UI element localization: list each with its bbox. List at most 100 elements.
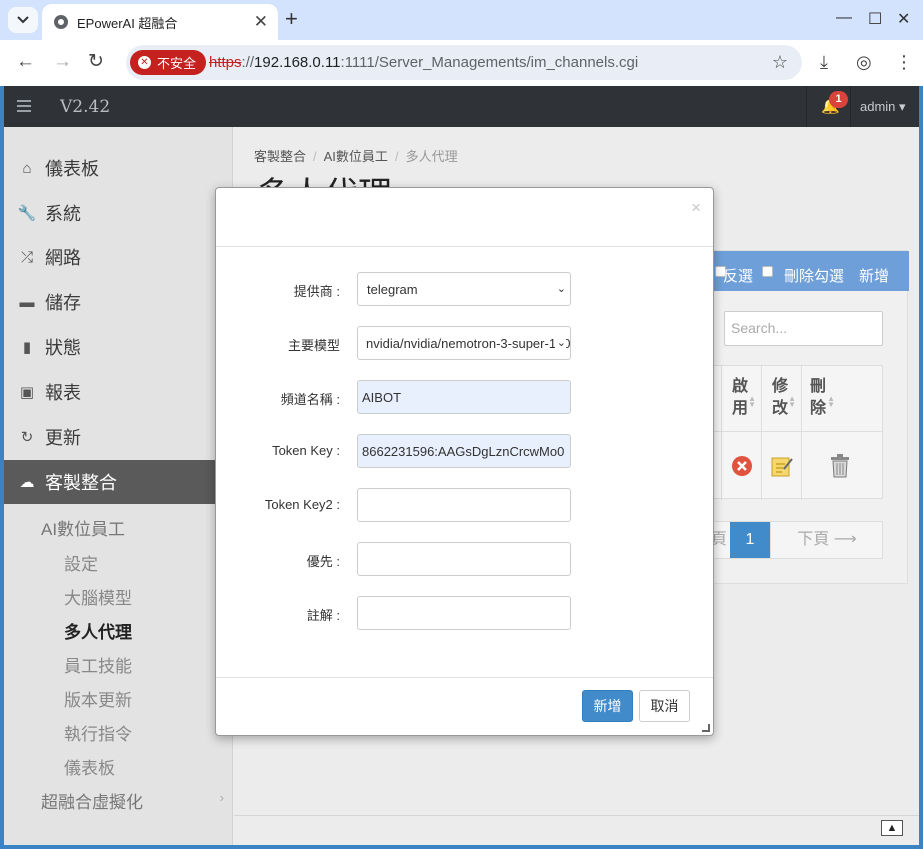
model-select[interactable]: nvidia/nvidia/nemotron-3-super-120b ⌄ (357, 326, 571, 360)
token-key-label: Token Key : (272, 443, 340, 458)
minimize-icon[interactable]: — (836, 9, 852, 27)
wrench-icon: 🔧 (17, 205, 37, 222)
sidebar-subgroup-ai-employee[interactable]: AI數位員工 (41, 515, 125, 540)
sidebar-item-reports[interactable]: ▣ 報表 (4, 370, 233, 414)
channels-table: 註解 啟用▲▼ 修改▲▼ 刪除▲▼ 預設 (692, 365, 883, 500)
sidebar-item-hyperconverged[interactable]: 超融合虛擬化 › (41, 788, 233, 813)
sidebar-subitem-settings[interactable]: 設定 (64, 550, 98, 575)
forward-arrow-icon[interactable]: → (53, 50, 72, 74)
breadcrumb-item[interactable]: 客製整合 (254, 149, 306, 164)
sidebar-item-label: 網路 (45, 248, 81, 268)
note-label: 註解 : (306, 608, 340, 623)
hamburger-icon[interactable] (17, 100, 31, 112)
url-scheme: https (209, 54, 242, 71)
sidebar-subitem-brain-model[interactable]: 大腦模型 (64, 584, 132, 609)
storage-icon: ▬ (19, 293, 35, 311)
chevron-down-icon (17, 16, 29, 24)
user-menu[interactable]: admin ▾ (850, 86, 919, 127)
cancel-button[interactable]: 取消 (639, 690, 690, 722)
column-header-edit[interactable]: 修改 ▲ ▼ (762, 366, 802, 432)
reload-icon[interactable]: ↻ (88, 50, 104, 74)
bookmark-star-icon[interactable]: ☆ (772, 52, 788, 73)
app-topbar: V2.42 🔔 1 admin ▾ (4, 86, 919, 127)
note-input[interactable] (357, 596, 571, 630)
provider-select[interactable]: telegram ⌄ (357, 272, 571, 306)
warning-icon: ✕ (138, 56, 151, 69)
chevron-down-icon: ⌄ (554, 282, 566, 295)
disabled-status-icon[interactable] (722, 432, 762, 500)
notification-badge: 1 (829, 91, 848, 108)
cloud-icon: ☁ (19, 474, 35, 491)
new-tab-button[interactable]: + (285, 8, 298, 30)
modal-header-divider (216, 246, 713, 247)
footer-bar: ▲ (234, 815, 919, 845)
trash-icon[interactable] (802, 432, 883, 500)
sidebar-item-label: 儲存 (45, 293, 81, 313)
sidebar-subitem-dashboard[interactable]: 儀表板 (64, 754, 115, 779)
download-icon[interactable]: ⤓ (820, 50, 828, 74)
sidebar-item-label: 超融合虛擬化 (41, 793, 143, 812)
url-host: 192.168.0.11 (254, 54, 341, 71)
pager-next[interactable]: 下頁 ⟶ (770, 522, 883, 558)
shuffle-icon: ⤮ (20, 248, 33, 266)
scroll-to-top-icon[interactable]: ▲ (881, 820, 903, 836)
profile-icon[interactable]: ◎ (856, 50, 872, 74)
token-key-input[interactable]: 8662231596:AAGsDgLznCrcwMo0 (357, 434, 571, 468)
search-input[interactable]: Search... (724, 311, 883, 346)
delete-checked-checkbox[interactable] (762, 266, 773, 277)
sidebar-subitem-multi-agent[interactable]: 多人代理 (64, 618, 132, 643)
breadcrumb: 客製整合 / AI數位員工 / 多人代理 (254, 149, 458, 164)
priority-input[interactable] (357, 542, 571, 576)
tab-close-icon[interactable]: ✕ (254, 13, 268, 31)
delete-checked-button[interactable]: 刪除勾選 (784, 265, 844, 286)
globe-icon (54, 15, 68, 29)
security-label: 不安全 (157, 56, 197, 71)
sidebar-item-label: 報表 (45, 383, 81, 403)
breadcrumb-item[interactable]: AI數位員工 (324, 149, 388, 164)
url-text[interactable]: https://192.168.0.11:1111/Server_Managem… (209, 54, 638, 71)
modal-close-icon[interactable]: × (691, 199, 701, 217)
sidebar-item-dashboard[interactable]: ⌂ 儀表板 (4, 146, 233, 190)
sidebar-item-storage[interactable]: ▬ 儲存 (4, 280, 233, 324)
sidebar-subitem-version-update[interactable]: 版本更新 (64, 686, 132, 711)
provider-label: 提供商 : (293, 284, 340, 299)
sidebar-item-update[interactable]: ↻ 更新 (4, 415, 233, 459)
sidebar-item-network[interactable]: ⤮ 網路 (4, 235, 233, 279)
edit-icon[interactable] (762, 432, 802, 500)
security-chip[interactable]: ✕ 不安全 (130, 50, 207, 75)
tab-search-button[interactable] (8, 7, 38, 33)
sidebar-subitem-run-command[interactable]: 執行指令 (64, 720, 132, 745)
browser-tab[interactable]: EPowerAI 超融合 ✕ (42, 4, 278, 40)
model-label: 主要模型 (287, 338, 340, 353)
sidebar-subitem-skills[interactable]: 員工技能 (64, 652, 132, 677)
sidebar-item-label: 系統 (45, 204, 81, 224)
window-close-icon[interactable]: ✕ (897, 9, 910, 29)
resize-handle-icon[interactable] (702, 724, 710, 732)
notifications-button[interactable]: 🔔 1 (806, 86, 850, 127)
invert-label: 反選 (723, 268, 754, 285)
channel-name-label: 頻道名稱 : (280, 392, 340, 407)
column-header-delete[interactable]: 刪除 ▲ ▼ (802, 366, 883, 432)
token-key2-label: Token Key2 : (264, 497, 340, 512)
sidebar-item-label: 客製整合 (45, 473, 117, 493)
sidebar-item-custom-integration[interactable]: ☁ 客製整合 (4, 460, 233, 504)
maximize-icon[interactable]: ☐ (868, 9, 882, 29)
submit-add-button[interactable]: 新增 (582, 690, 633, 722)
add-button[interactable]: 新增 (859, 265, 889, 286)
column-header-enabled[interactable]: 啟用 ▲ ▼ (722, 366, 762, 432)
token-key2-input[interactable] (357, 488, 571, 522)
chevron-down-icon: ⌄ (554, 336, 566, 349)
home-icon: ⌂ (22, 159, 32, 177)
back-arrow-icon[interactable]: ← (16, 50, 35, 74)
sidebar-item-system[interactable]: 🔧 系統 (4, 191, 233, 235)
address-bar[interactable]: ✕ 不安全 https://192.168.0.11:1111/Server_M… (126, 45, 802, 80)
pagination: 上頁 1 下頁 ⟶ (695, 521, 883, 559)
sidebar-item-status[interactable]: ▮ 狀態 (4, 325, 233, 369)
channel-name-input[interactable]: AIBOT (357, 380, 571, 414)
sidebar: ⌂ 儀表板 🔧 系統 ⤮ 網路 ▬ 儲存 ▮ 狀態 ▣ 報表 ↻ 更新 ☁ 客製… (4, 127, 233, 845)
more-menu-icon[interactable]: ⋮ (895, 50, 913, 74)
bar-chart-icon: ▮ (22, 339, 32, 356)
priority-label: 優先 : (306, 554, 340, 569)
tab-title: EPowerAI 超融合 (77, 15, 178, 31)
pager-page-1[interactable]: 1 (730, 522, 770, 558)
